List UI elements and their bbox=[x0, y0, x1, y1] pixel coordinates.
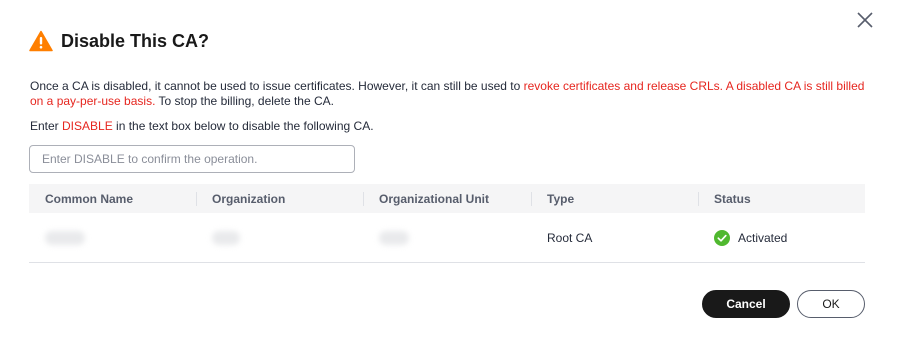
confirm-instruction: Enter DISABLE in the text box below to d… bbox=[30, 119, 374, 133]
table-row: Root CA Activated bbox=[29, 213, 865, 263]
ca-table: Common Name Organization Organizational … bbox=[29, 184, 865, 263]
column-header-type: Type bbox=[531, 191, 698, 206]
column-header-status: Status bbox=[698, 191, 865, 206]
table-header: Common Name Organization Organizational … bbox=[29, 184, 865, 213]
cell-common-name bbox=[29, 230, 196, 245]
check-circle-icon bbox=[714, 229, 730, 246]
cancel-button[interactable]: Cancel bbox=[702, 290, 790, 318]
confirm-input[interactable] bbox=[29, 145, 355, 173]
disable-ca-dialog: Disable This CA? Once a CA is disabled, … bbox=[0, 0, 898, 347]
dialog-header: Disable This CA? bbox=[29, 27, 209, 55]
redacted-text bbox=[379, 230, 409, 245]
cell-type: Root CA bbox=[547, 230, 593, 245]
cell-organization bbox=[196, 230, 363, 245]
ok-button[interactable]: OK bbox=[797, 290, 865, 318]
column-header-common-name: Common Name bbox=[45, 191, 134, 206]
close-icon[interactable] bbox=[854, 9, 876, 31]
column-header-organization: Organization bbox=[196, 191, 363, 206]
dialog-description: Once a CA is disabled, it cannot be used… bbox=[30, 79, 875, 108]
status-text: Activated bbox=[738, 230, 788, 245]
cell-organizational-unit bbox=[363, 230, 531, 245]
instruction-keyword: DISABLE bbox=[62, 119, 113, 133]
instruction-prefix: Enter bbox=[30, 119, 63, 133]
instruction-suffix: in the text box below to disable the fol… bbox=[112, 119, 374, 133]
description-text: Once a CA is disabled, it cannot be used… bbox=[30, 79, 524, 93]
redacted-text bbox=[45, 230, 85, 245]
dialog-title: Disable This CA? bbox=[61, 30, 210, 51]
column-header-organizational-unit: Organizational Unit bbox=[363, 191, 531, 206]
description-billing-text: To stop the billing, delete the CA. bbox=[155, 93, 334, 108]
warning-triangle-icon bbox=[29, 30, 53, 52]
redacted-text bbox=[212, 230, 240, 245]
cell-status: Activated bbox=[698, 229, 865, 246]
